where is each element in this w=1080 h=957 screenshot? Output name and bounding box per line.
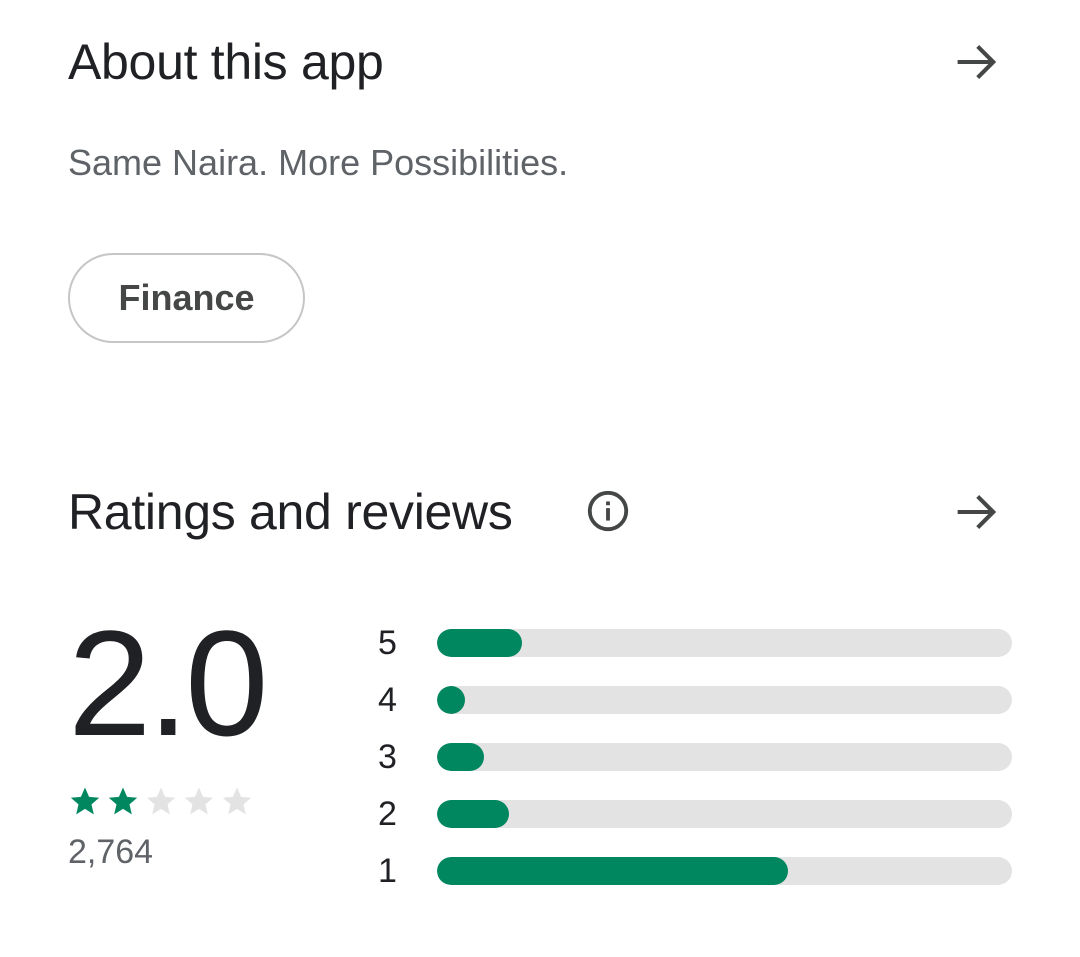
category-chip-finance[interactable]: Finance (68, 253, 305, 343)
rating-bar-row-1: 1 (378, 842, 1018, 899)
rating-bar-label: 3 (378, 737, 397, 776)
app-details-page: About this app Same Naira. More Possibil… (0, 0, 1080, 957)
rating-distribution: 5 4 3 2 1 (378, 614, 1018, 899)
arrow-right-icon (957, 45, 997, 79)
star-empty-icon (146, 787, 176, 815)
ratings-arrow-button[interactable] (945, 480, 1009, 544)
info-icon[interactable] (585, 488, 631, 534)
rating-bar-row-3: 3 (378, 728, 1018, 785)
rating-bar-track (437, 856, 1012, 885)
star-filled-icon (70, 787, 100, 815)
ratings-section-title[interactable]: Ratings and reviews (68, 482, 513, 542)
rating-bar-label: 1 (378, 851, 397, 890)
star-filled-icon (108, 787, 138, 815)
average-rating: 2.0 (68, 599, 269, 767)
review-count: 2,764 (68, 833, 154, 871)
star-empty-icon (222, 787, 252, 815)
about-section-title[interactable]: About this app (68, 32, 384, 92)
arrow-right-icon (957, 495, 997, 529)
rating-bar-track (437, 799, 1012, 828)
rating-bar-track (437, 742, 1012, 771)
rating-bar-fill (437, 685, 466, 714)
rating-bar-fill (437, 628, 522, 657)
rating-bar-row-4: 4 (378, 671, 1018, 728)
rating-bar-fill (437, 742, 485, 771)
rating-bar-label: 5 (378, 623, 397, 662)
rating-bar-row-5: 5 (378, 614, 1018, 671)
rating-bar-track (437, 628, 1012, 657)
about-arrow-button[interactable] (945, 30, 1009, 94)
rating-bar-label: 2 (378, 794, 397, 833)
rating-bar-fill (437, 856, 788, 885)
star-rating (68, 784, 254, 818)
star-empty-icon (184, 787, 214, 815)
rating-bar-row-2: 2 (378, 785, 1018, 842)
rating-bar-fill (437, 799, 509, 828)
rating-bar-label: 4 (378, 680, 397, 719)
app-tagline: Same Naira. More Possibilities. (68, 142, 569, 183)
rating-bar-track (437, 685, 1012, 714)
